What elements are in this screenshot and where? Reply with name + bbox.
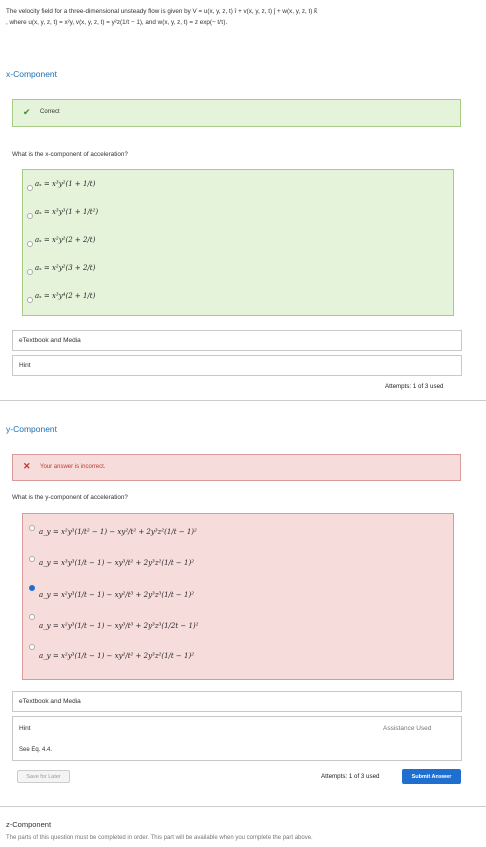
y-choice-3-radio[interactable] (29, 585, 35, 591)
y-choice-1-radio[interactable] (29, 525, 35, 531)
x-component-title: x-Component (6, 69, 58, 79)
y-attempts: Attempts: 1 of 3 used (321, 773, 380, 780)
x-choice-2-radio[interactable] (27, 213, 33, 219)
y-component-title: y-Component (6, 424, 58, 434)
z-component-title: z-Component (6, 820, 52, 829)
y-choice-5-radio[interactable] (29, 644, 35, 650)
y-hint-label[interactable]: Hint (19, 725, 31, 732)
y-choice-3[interactable]: a_y = x²y³(1/t − 1) − xy²/t³ + 2y³z³(1/t… (39, 591, 194, 599)
x-question: What is the x-component of acceleration? (12, 151, 128, 158)
y-choice-2[interactable]: a_y = x³y³(1/t − 1) − xy³/t² + 2y³z²(1/t… (39, 559, 194, 567)
x-choice-4-radio[interactable] (27, 269, 33, 275)
y-choice-5[interactable]: a_y = x²y³(1/t − 1) − xy²/t² + 2y³z²(1/t… (39, 652, 194, 660)
section-divider (0, 400, 486, 401)
y-incorrect-banner: ✕ Your answer is incorrect. (12, 454, 461, 481)
y-hint-panel: Hint Assistance Used See Eq. 4.4. (12, 716, 462, 761)
x-choice-1[interactable]: aₓ = x³y²(1 + 1/t) (35, 180, 95, 188)
save-for-later-button[interactable]: Save for Later (17, 770, 70, 783)
x-attempts: Attempts: 1 of 3 used (385, 383, 444, 390)
y-choice-2-radio[interactable] (29, 556, 35, 562)
assistance-used-label: Assistance Used (383, 725, 432, 732)
x-choice-1-radio[interactable] (27, 185, 33, 191)
x-choice-5-radio[interactable] (27, 297, 33, 303)
y-status-text: Your answer is incorrect. (40, 464, 106, 470)
z-component-note: The parts of this question must be compl… (6, 835, 313, 841)
x-choice-3-radio[interactable] (27, 241, 33, 247)
y-question: What is the y-component of acceleration? (12, 494, 128, 501)
x-choice-3[interactable]: aₓ = x²y²(2 + 2/t) (35, 236, 95, 244)
x-choice-4[interactable]: aₓ = x²y²(3 + 2/t) (35, 264, 95, 272)
section-divider-2 (0, 806, 486, 807)
x-etextbook-row[interactable]: eTextbook and Media (12, 330, 462, 351)
x-etextbook-label[interactable]: eTextbook and Media (19, 337, 81, 344)
x-hint-row[interactable]: Hint (12, 355, 462, 376)
y-choice-4-radio[interactable] (29, 614, 35, 620)
problem-line-1: The velocity field for a three-dimension… (6, 8, 318, 15)
y-choice-4[interactable]: a_y = x²y³(1/t − 1) − xy³/t³ + 2y³z³(1/2… (39, 622, 198, 630)
x-choices-panel: aₓ = x³y²(1 + 1/t) aₓ = x³y³(1 + 1/t²) a… (22, 169, 454, 316)
y-choices-panel: a_y = x²y³(1/t² − 1) − xy²/t² + 2y³z²(1/… (22, 513, 454, 680)
x-choice-5[interactable]: aₓ = x³y⁴(2 + 1/t) (35, 292, 95, 300)
y-etextbook-row[interactable]: eTextbook and Media (12, 691, 462, 712)
submit-answer-button[interactable]: Submit Answer (402, 769, 461, 784)
check-icon: ✔ (23, 107, 31, 117)
x-choice-2[interactable]: aₓ = x³y³(1 + 1/t²) (35, 208, 98, 216)
problem-statement: The velocity field for a three-dimension… (6, 6, 480, 28)
x-correct-banner: ✔ Correct (12, 99, 461, 127)
y-choice-1[interactable]: a_y = x²y³(1/t² − 1) − xy²/t² + 2y³z²(1/… (39, 528, 197, 536)
problem-line-2: , where u(x, y, z, t) = x²y, v(x, y, z, … (6, 19, 228, 26)
y-etextbook-label[interactable]: eTextbook and Media (19, 698, 81, 705)
x-status-text: Correct (40, 109, 60, 115)
y-hint-text: See Eq. 4.4. (19, 747, 53, 753)
close-icon: ✕ (23, 461, 31, 471)
x-hint-label[interactable]: Hint (19, 362, 31, 369)
